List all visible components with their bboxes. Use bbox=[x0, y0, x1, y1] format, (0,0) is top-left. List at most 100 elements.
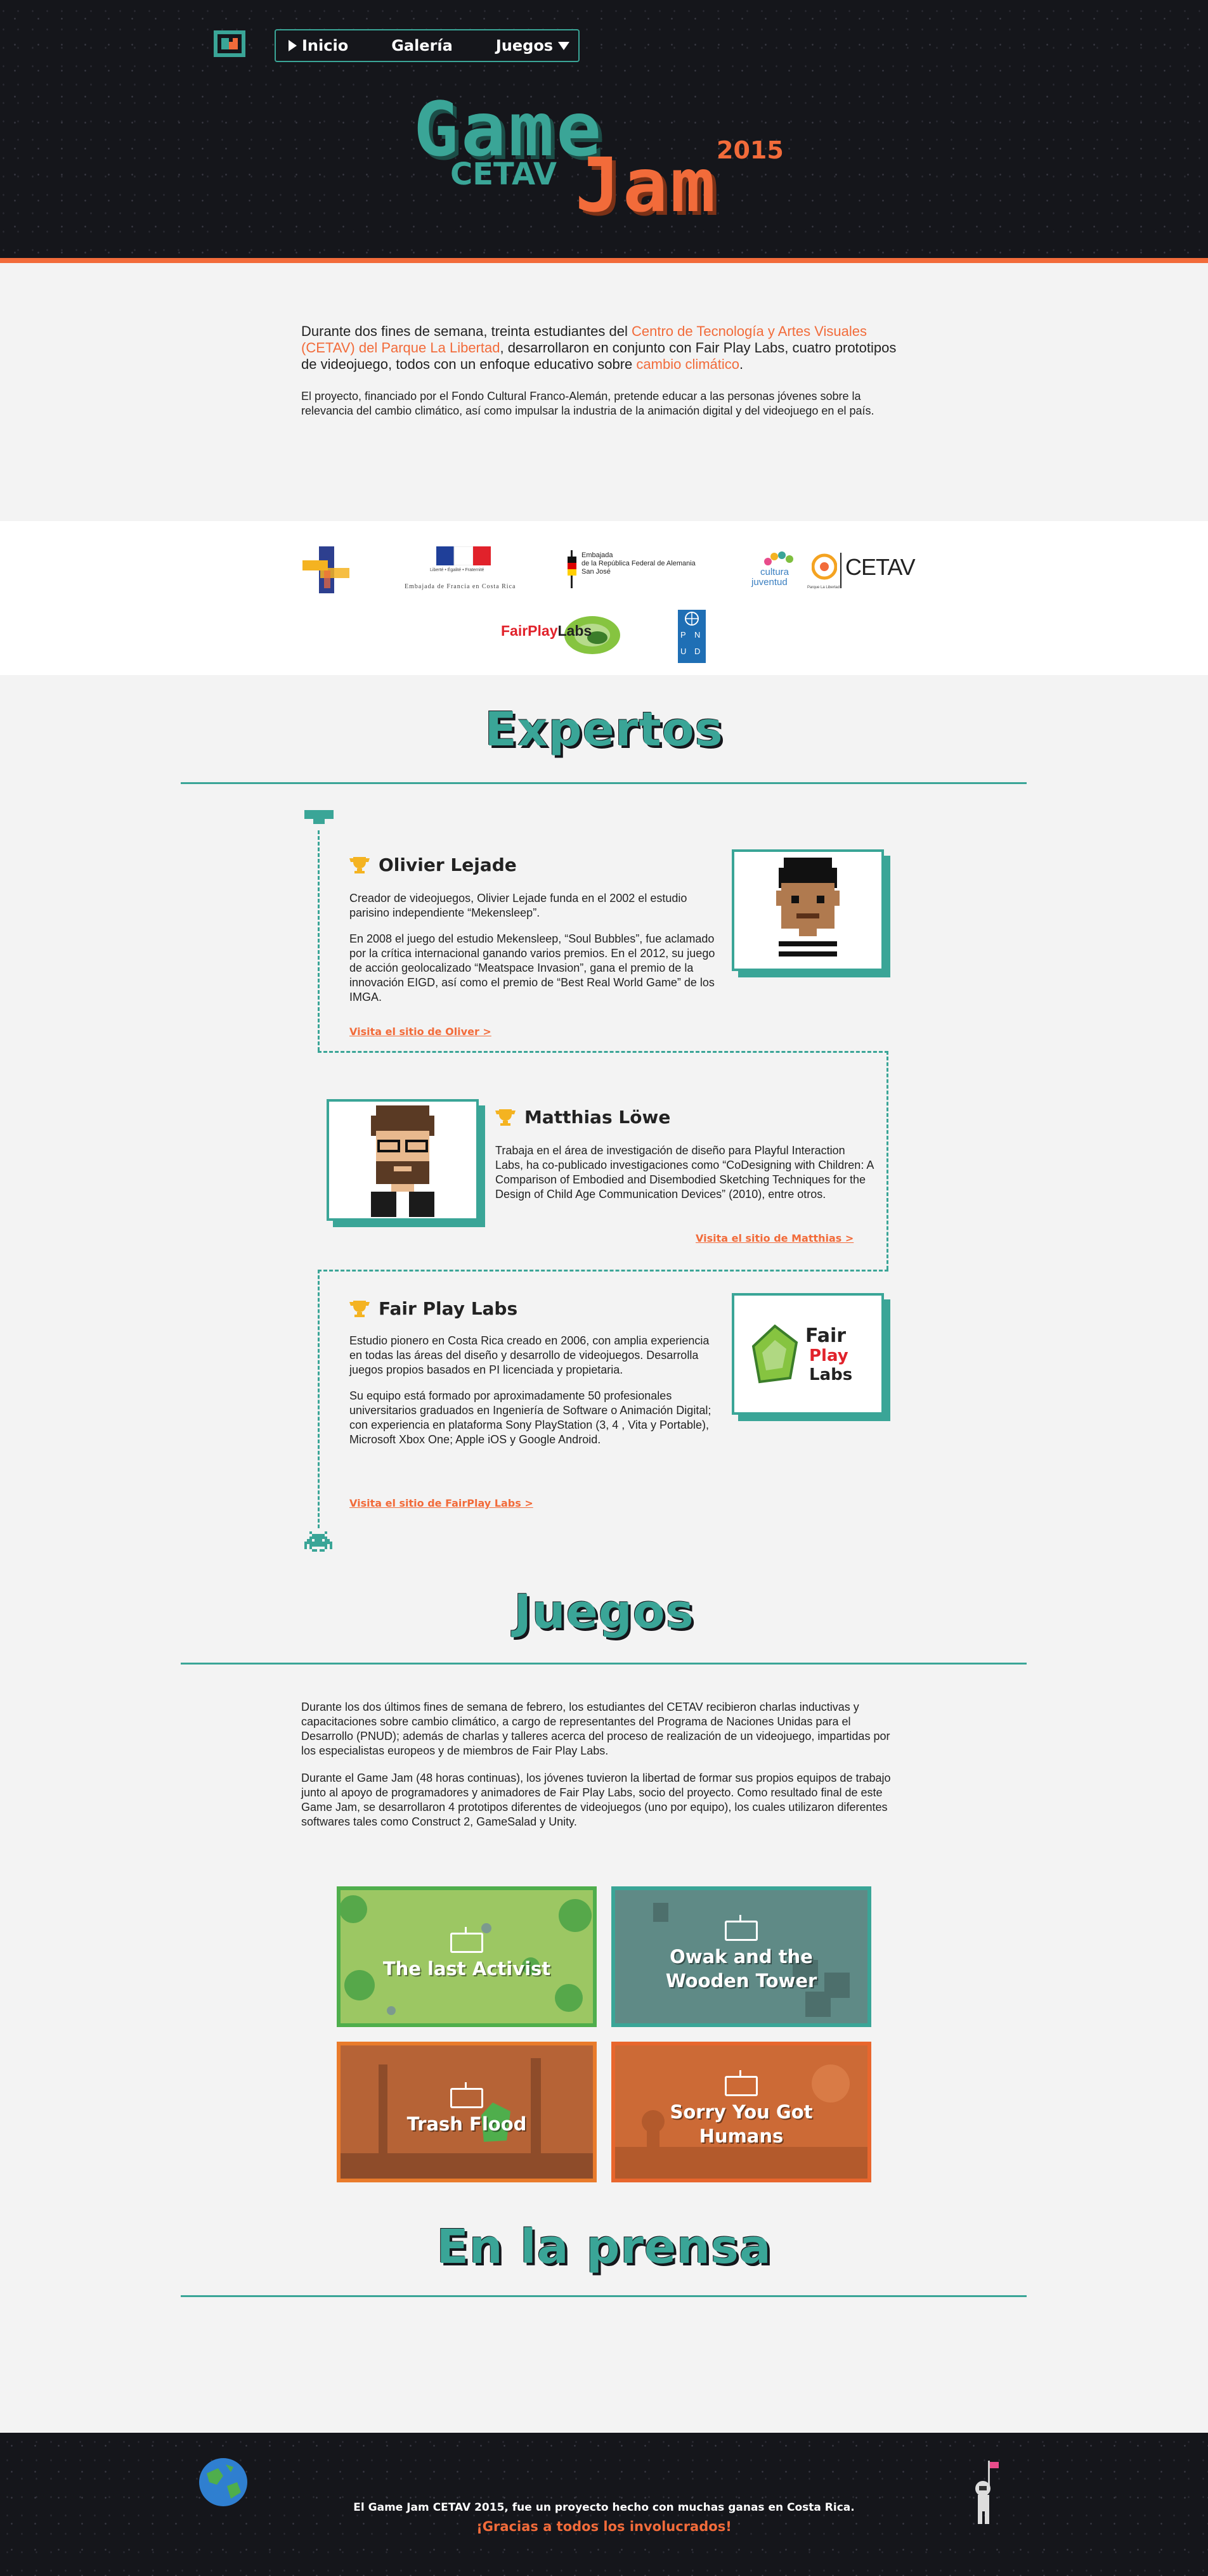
expert-matthias-p1: Trabaja en el área de investigación de d… bbox=[495, 1144, 874, 1201]
gamepad-icon bbox=[450, 2082, 483, 2108]
intro-section: Durante dos fines de semana, treinta est… bbox=[301, 323, 904, 418]
fairplay-logo-labs: Labs bbox=[809, 1365, 853, 1384]
pnud-letter-d: D bbox=[694, 647, 701, 656]
game-jam-logo: Game CETAV Jam 2015 bbox=[413, 92, 800, 229]
expert-fairplay-avatar: Fair Play Labs bbox=[732, 1293, 884, 1415]
expert-fairplay-name: Fair Play Labs bbox=[349, 1298, 517, 1319]
press-divider bbox=[181, 2295, 1027, 2297]
logo-jam-text: Jam bbox=[575, 141, 718, 229]
nav-juegos[interactable]: Juegos bbox=[495, 37, 570, 55]
expert-fairplay-link[interactable]: Visita el sitio de FairPlay Labs > bbox=[349, 1497, 533, 1509]
fairplay-logo-play: Play bbox=[809, 1346, 848, 1365]
trophy-icon bbox=[495, 1109, 516, 1126]
logo-divider bbox=[840, 553, 841, 588]
expert-olivier-avatar bbox=[732, 849, 884, 971]
site-footer: El Game Jam CETAV 2015, fue un proyecto … bbox=[0, 2433, 1208, 2576]
france-embassy-logo[interactable]: Liberté • Égalité • Fraternité Embajada … bbox=[405, 546, 525, 597]
intro-text-a: Durante dos fines de semana, treinta est… bbox=[301, 323, 632, 339]
press-title: En la prensa bbox=[436, 2220, 772, 2274]
gamepad-icon bbox=[725, 2070, 758, 2096]
expert-matthias-link[interactable]: Visita el sitio de Matthias > bbox=[696, 1232, 854, 1244]
logo-year-text: 2015 bbox=[717, 136, 784, 164]
game-title-4: Sorry You Got Humans bbox=[670, 2100, 812, 2148]
game-title-1-line1: The last Activist bbox=[382, 1958, 551, 1980]
game-title-3: Trash Flood bbox=[407, 2112, 527, 2136]
game-card-sorry-humans[interactable]: Sorry You Got Humans bbox=[611, 2042, 871, 2182]
site-header: Inicio Galería Juegos Game CETAV Jam 201… bbox=[0, 0, 1208, 258]
germany-line3: San José bbox=[581, 568, 611, 576]
intro-paragraph-1: Durante dos fines de semana, treinta est… bbox=[301, 323, 904, 373]
fairplay-fair: FairPlay bbox=[501, 622, 558, 639]
logo-cetav-text: CETAV bbox=[450, 157, 557, 192]
juventud-label: juventud bbox=[751, 577, 788, 588]
game-card-owak[interactable]: Owak and the Wooden Tower bbox=[611, 1886, 871, 2027]
nav-inicio[interactable]: Inicio bbox=[289, 37, 348, 55]
parque-libertad-label: Parque La Libertad bbox=[807, 586, 840, 589]
chevron-down-icon bbox=[558, 41, 570, 50]
timeline-line-5 bbox=[318, 1270, 320, 1528]
germany-line1: Embajada bbox=[581, 551, 613, 559]
pnud-letter-p: P bbox=[680, 630, 686, 640]
games-divider bbox=[181, 1663, 1027, 1665]
cambio-climatico-link[interactable]: cambio climático bbox=[636, 356, 739, 372]
gamepad-icon bbox=[450, 1927, 483, 1953]
games-paragraph-2: Durante el Game Jam (48 horas continuas)… bbox=[301, 1772, 891, 1828]
expert-fairplay-label: Fair Play Labs bbox=[379, 1298, 518, 1319]
pnud-letter-u: U bbox=[680, 647, 687, 656]
fondo-cultural-logo-icon[interactable] bbox=[301, 545, 352, 596]
matthias-pixel-avatar bbox=[371, 1105, 434, 1217]
cultura-juventud-cetav-logo[interactable]: cultura juventud Parque La Libertad CETA… bbox=[751, 550, 916, 595]
expert-olivier-p1: Creador de videojuegos, Olivier Lejade f… bbox=[349, 892, 687, 919]
games-description: Durante los dos últimos fines de semana … bbox=[301, 1700, 904, 1829]
experts-divider bbox=[181, 782, 1027, 784]
timeline-line-1 bbox=[318, 830, 320, 1051]
pnud-logo[interactable]: P N U D bbox=[678, 610, 706, 663]
sponsors-band: Liberté • Égalité • Fraternité Embajada … bbox=[0, 521, 1208, 675]
fairplay-text-a: FairPlayLabs bbox=[501, 622, 592, 640]
game-title-2-line1: Owak and the bbox=[670, 1946, 813, 1967]
germany-line2: de la República Federal de Alemania bbox=[581, 560, 696, 567]
fairplay-logo-fair: Fair bbox=[805, 1325, 847, 1347]
intro-text-c: . bbox=[739, 356, 744, 372]
games-title: Juegos bbox=[514, 1585, 694, 1639]
cultura-flower-icon bbox=[764, 551, 793, 565]
olivier-pixel-avatar bbox=[776, 858, 840, 964]
nav-galeria-label: Galería bbox=[391, 37, 453, 55]
nav-juegos-label: Juegos bbox=[495, 37, 554, 55]
german-eagle-icon bbox=[568, 550, 576, 588]
gamepad-icon bbox=[725, 1915, 758, 1941]
game-card-last-activist[interactable]: The last Activist bbox=[337, 1886, 597, 2027]
parque-libertad-icon bbox=[812, 553, 837, 580]
game-card-trash-flood[interactable]: Trash Flood bbox=[337, 2042, 597, 2182]
fairplay-labs-sponsor-logo[interactable]: FairPlayLabs bbox=[501, 610, 628, 660]
timeline-line-3 bbox=[887, 1051, 888, 1270]
nav-galeria[interactable]: Galería bbox=[391, 37, 453, 55]
expert-olivier-link[interactable]: Visita el sitio de Oliver > bbox=[349, 1026, 491, 1038]
game-title-4-line2: Humans bbox=[699, 2125, 784, 2147]
game-title-1: The last Activist bbox=[383, 1957, 550, 1981]
cetav-pixel-logo-icon[interactable] bbox=[211, 28, 248, 60]
expert-matthias-name: Matthias Löwe bbox=[495, 1107, 670, 1128]
expert-fairplay-p2: Su equipo está formado por aproximadamen… bbox=[349, 1389, 711, 1446]
france-embassy-caption: Embajada de Francia en Costa Rica bbox=[405, 583, 516, 590]
cultura-label: cultura bbox=[760, 567, 789, 577]
un-emblem-icon bbox=[685, 612, 699, 626]
games-paragraph-1: Durante los dos últimos fines de semana … bbox=[301, 1701, 890, 1757]
france-small-text: Liberté • Égalité • Fraternité bbox=[430, 568, 484, 572]
fairplay-labs: Labs bbox=[557, 622, 592, 639]
french-flag-icon bbox=[436, 546, 491, 565]
germany-embassy-logo[interactable]: Embajada de la República Federal de Alem… bbox=[568, 550, 707, 588]
play-icon bbox=[289, 40, 297, 51]
game-title-2: Owak and the Wooden Tower bbox=[666, 1945, 817, 1993]
main-nav: Inicio Galería Juegos bbox=[275, 29, 580, 62]
expert-matthias-avatar bbox=[327, 1099, 479, 1221]
expert-matthias-bio: Trabaja en el área de investigación de d… bbox=[495, 1143, 876, 1202]
expert-olivier-label: Olivier Lejade bbox=[379, 854, 517, 875]
game-title-4-line1: Sorry You Got bbox=[670, 2101, 813, 2123]
expert-fairplay-p1: Estudio pionero en Costa Rica creado en … bbox=[349, 1334, 710, 1376]
footer-text: El Game Jam CETAV 2015, fue un proyecto … bbox=[353, 2501, 855, 2514]
astronaut-icon bbox=[975, 2461, 999, 2524]
expert-fairplay-bio: Estudio pionero en Costa Rica creado en … bbox=[349, 1334, 724, 1447]
expert-olivier-bio: Creador de videojuegos, Olivier Lejade f… bbox=[349, 891, 724, 1005]
expert-olivier-p2: En 2008 el juego del estudio Mekensleep,… bbox=[349, 932, 715, 1003]
